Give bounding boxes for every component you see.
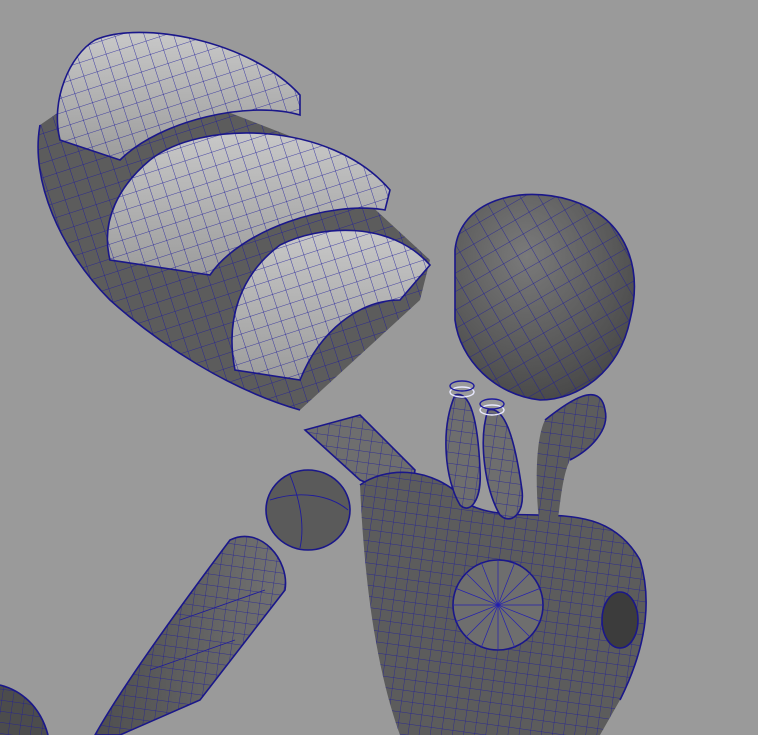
- shoulder-ball[interactable]: [265, 469, 351, 551]
- 3d-viewport[interactable]: [0, 0, 758, 735]
- head-sphere[interactable]: [454, 193, 635, 401]
- lower-left-fragment[interactable]: [0, 684, 49, 735]
- wireframe-scene[interactable]: [0, 0, 758, 735]
- chest-socket[interactable]: [601, 591, 639, 649]
- upper-arm[interactable]: [94, 535, 287, 735]
- chest-disc[interactable]: [452, 559, 544, 651]
